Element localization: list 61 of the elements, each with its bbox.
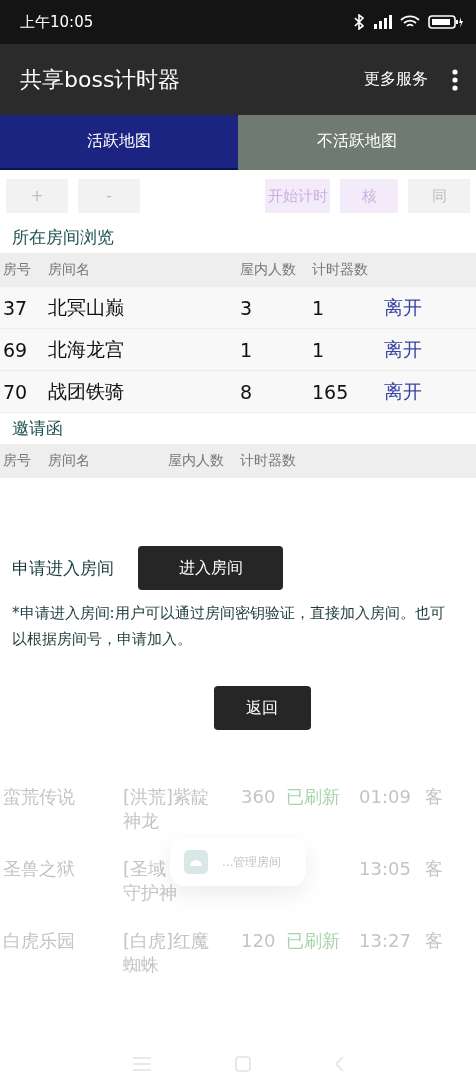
status-text: 已刷新 xyxy=(286,929,340,953)
column-header: 房号 xyxy=(2,452,32,470)
table-cell-text: 13:27 xyxy=(358,929,411,953)
more-menu-icon[interactable] xyxy=(452,68,458,91)
table-cell-text: 13:05 xyxy=(358,857,411,881)
wifi-icon xyxy=(400,15,420,29)
table-cell-text: 神龙 xyxy=(122,809,159,833)
table-cell-text: 69 xyxy=(2,338,29,361)
column-header: 计时器数 xyxy=(239,452,297,470)
leave-link[interactable]: 离开 xyxy=(381,336,476,363)
table-cell-text: 120 xyxy=(240,929,276,953)
section-title: 所在房间浏览 xyxy=(11,226,115,249)
table-cell-text: 北冥山巅 xyxy=(47,294,125,320)
table-cell-text: 3 xyxy=(239,296,254,319)
table-cell-text: 蛮荒传说 xyxy=(2,785,75,809)
app-title: 共享boss计时器 xyxy=(20,65,182,94)
leave-link[interactable]: 离开 xyxy=(381,294,476,321)
app-icon xyxy=(184,850,208,874)
column-header: 房间名 xyxy=(47,452,91,470)
table-cell-text: 守护神 xyxy=(122,881,177,905)
signal-icon xyxy=(372,15,392,29)
leave-link[interactable]: 离开 xyxy=(381,378,476,405)
bluetooth-icon xyxy=(354,14,364,30)
table-cell-text: [洪荒]紫靛 xyxy=(122,785,210,809)
table-cell-text: 客 xyxy=(424,785,443,809)
note-text: *申请进入房间:用户可以通过房间密钥验证，直接加入房间。也可以根据房间号，申请加入。 xyxy=(11,603,446,650)
column-header: 屋内人数 xyxy=(167,452,225,470)
table-cell-text: 8 xyxy=(239,380,254,403)
more-services-link[interactable]: 更多服务 xyxy=(364,69,428,90)
tab[interactable]: 活跃地图 xyxy=(0,115,238,170)
status-text: 已刷新 xyxy=(286,785,340,809)
column-header: 屋内人数 xyxy=(239,261,297,279)
table-cell-text: 圣兽之狱 xyxy=(2,857,75,881)
table-cell-text: [白虎]红魔 xyxy=(122,929,210,953)
column-header: 计时器数 xyxy=(311,261,369,279)
table-cell-text: 客 xyxy=(424,857,443,881)
table-cell-text: 白虎乐园 xyxy=(2,929,75,953)
table-cell-text: 360 xyxy=(240,785,276,809)
table-cell-text: 蜘蛛 xyxy=(122,953,159,977)
section-title: 邀请函 xyxy=(11,417,64,440)
table-cell-text: 1 xyxy=(311,296,326,319)
battery-icon xyxy=(428,14,464,30)
table-cell-text: 北海龙宫 xyxy=(47,336,125,362)
tab[interactable]: 不活跃地图 xyxy=(238,115,476,170)
home-icon[interactable] xyxy=(235,1056,251,1072)
back-icon[interactable] xyxy=(334,1056,345,1072)
table-cell-text: 01:09 xyxy=(358,785,411,809)
table-cell-text: 客 xyxy=(424,929,443,953)
apply-label: 申请进入房间 xyxy=(12,556,114,580)
enter-room-button[interactable]: 进入房间 xyxy=(138,546,283,590)
status-time: 上午10:05 xyxy=(20,12,94,32)
column-header: 房号 xyxy=(2,261,32,279)
table-cell-text: 1 xyxy=(239,338,254,361)
table-cell-text: 战团铁骑 xyxy=(47,378,125,404)
table-cell-text: 70 xyxy=(2,380,29,403)
table-cell-text: 37 xyxy=(2,296,29,319)
back-button[interactable]: 返回 xyxy=(213,686,311,730)
table-cell-text: 165 xyxy=(311,380,350,403)
column-header: 房间名 xyxy=(47,261,91,279)
table-cell-text: 1 xyxy=(311,338,326,361)
table-cell-text: [圣域 xyxy=(122,857,167,881)
